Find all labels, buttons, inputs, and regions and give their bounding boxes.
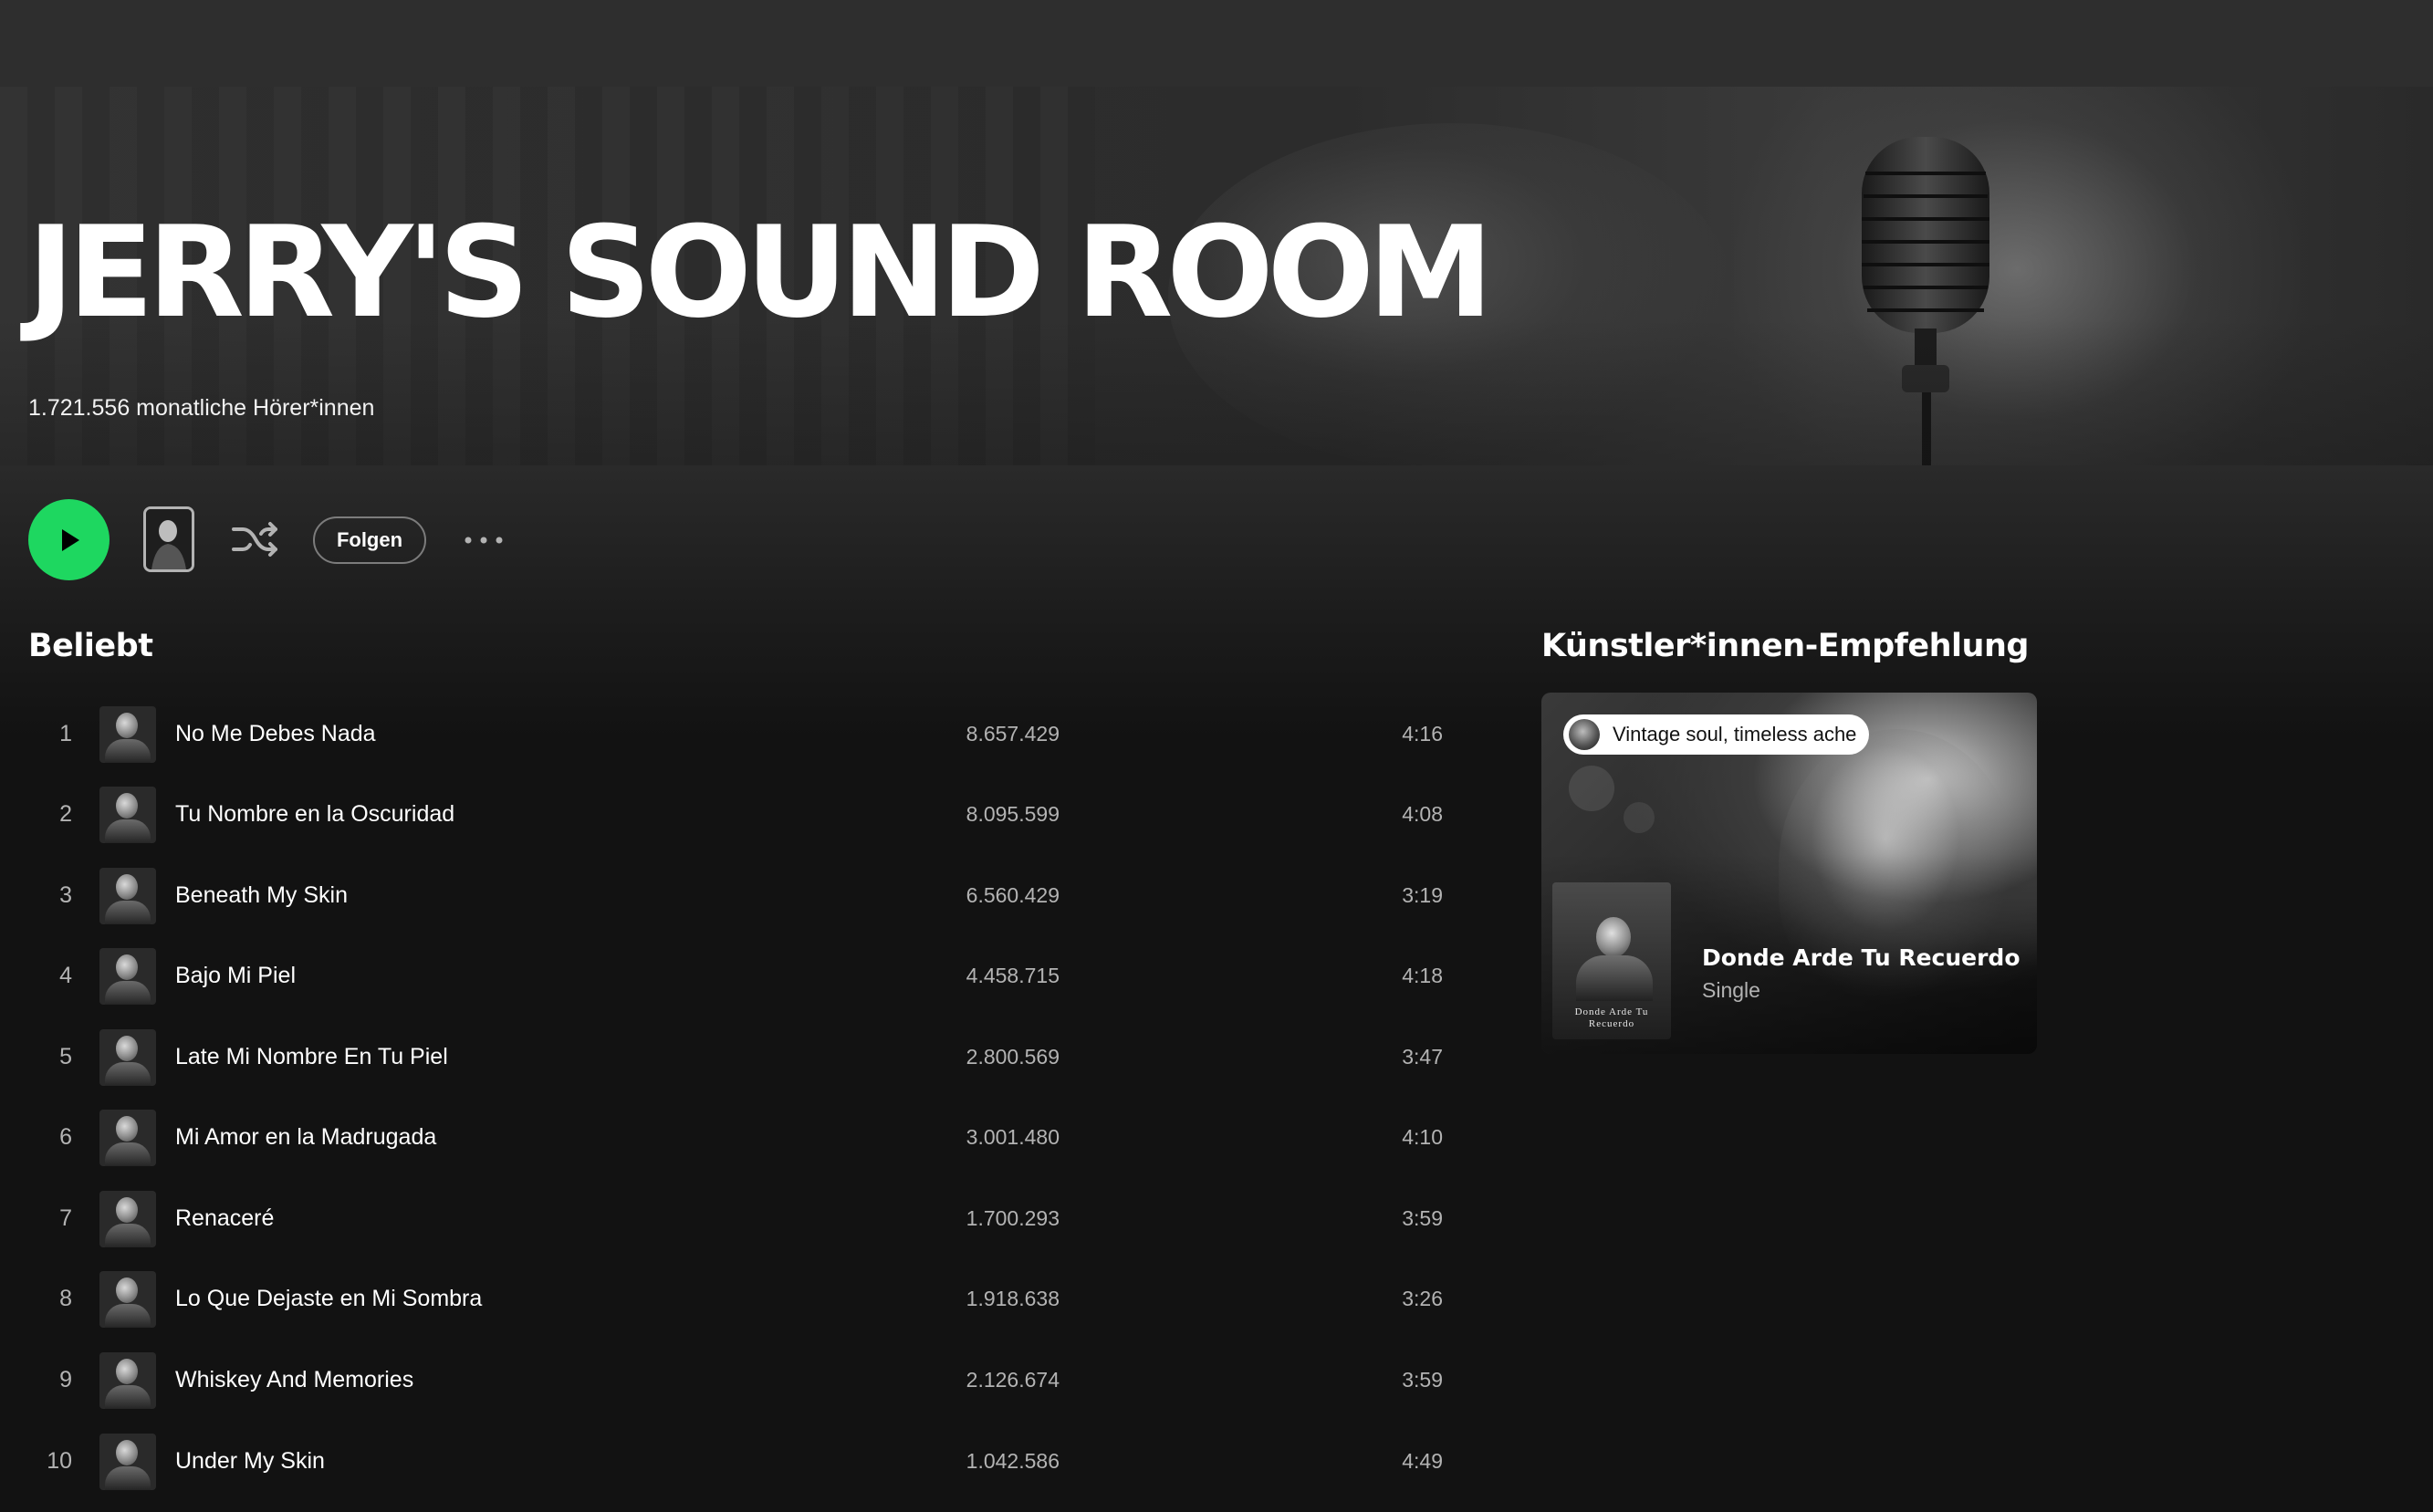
bokeh-light: [1624, 802, 1655, 833]
track-title[interactable]: Late Mi Nombre En Tu Piel: [175, 1017, 448, 1097]
track-duration: 4:10: [1402, 1125, 1443, 1149]
track-cover: [99, 1434, 156, 1490]
bokeh-light: [1569, 766, 1614, 811]
track-duration: 3:59: [1402, 1206, 1443, 1230]
track-title[interactable]: Under My Skin: [175, 1421, 325, 1501]
play-icon: [61, 528, 79, 551]
track-plays: 3.001.480: [966, 1125, 1060, 1149]
avatar: [1569, 719, 1600, 750]
track-cover: [99, 706, 156, 763]
track-title[interactable]: No Me Debes Nada: [175, 693, 376, 774]
track-cover: [99, 1271, 156, 1328]
follow-button[interactable]: Folgen: [313, 516, 426, 564]
artist-name: JERRY'S SOUND ROOM: [27, 199, 1493, 346]
track-plays: 2.126.674: [966, 1368, 1060, 1392]
track-plays: 8.095.599: [966, 802, 1060, 826]
track-row[interactable]: 6 Mi Amor en la Madrugada 3.001.480 4:10: [28, 1097, 1470, 1177]
track-row[interactable]: 7 Renaceré 1.700.293 3:59: [28, 1178, 1470, 1258]
track-title[interactable]: Bajo Mi Piel: [175, 935, 296, 1016]
track-plays: 1.042.586: [966, 1449, 1060, 1473]
track-duration: 3:19: [1402, 883, 1443, 907]
track-cover: [99, 1191, 156, 1247]
track-rank: 7: [59, 1205, 72, 1231]
more-options-icon[interactable]: [463, 532, 505, 548]
track-rank: 1: [59, 721, 72, 746]
release-type: Single: [1702, 978, 1760, 1002]
track-rank: 6: [59, 1124, 72, 1150]
track-row[interactable]: 10 Under My Skin 1.042.586 4:49: [28, 1421, 1470, 1501]
track-row[interactable]: 3 Beneath My Skin 6.560.429 3:19: [28, 855, 1470, 935]
track-rank: 3: [59, 882, 72, 908]
singer-thumbnail-image: [146, 509, 192, 569]
track-rank: 2: [59, 801, 72, 827]
track-rank: 10: [47, 1448, 72, 1474]
play-button[interactable]: [28, 499, 110, 580]
artist-pick-tagline-pill: Vintage soul, timeless ache: [1563, 714, 1870, 755]
shuffle-icon[interactable]: [230, 516, 281, 562]
track-row[interactable]: 8 Lo Que Dejaste en Mi Sombra 1.918.638 …: [28, 1258, 1470, 1339]
release-cover-text: Donde Arde Tu Recuerdo: [1574, 1006, 1649, 1029]
track-duration: 3:26: [1402, 1287, 1443, 1310]
track-cover: [99, 1110, 156, 1166]
track-title[interactable]: Whiskey And Memories: [175, 1340, 413, 1420]
artist-pick-tagline: Vintage soul, timeless ache: [1613, 723, 1857, 746]
track-plays: 6.560.429: [966, 883, 1060, 907]
track-row[interactable]: 9 Whiskey And Memories 2.126.674 3:59: [28, 1340, 1470, 1420]
track-duration: 4:08: [1402, 802, 1443, 826]
track-title[interactable]: Beneath My Skin: [175, 855, 348, 935]
artist-pick-card[interactable]: Vintage soul, timeless ache Donde Arde T…: [1541, 693, 2037, 1054]
track-cover: [99, 948, 156, 1005]
monthly-listeners: 1.721.556 monatliche Hörer*innen: [28, 395, 375, 421]
track-duration: 4:18: [1402, 964, 1443, 987]
track-row[interactable]: 1 No Me Debes Nada 8.657.429 4:16: [28, 693, 1470, 774]
release-title[interactable]: Donde Arde Tu Recuerdo: [1702, 944, 2021, 971]
track-duration: 3:47: [1402, 1045, 1443, 1069]
track-plays: 2.800.569: [966, 1045, 1060, 1069]
track-duration: 3:59: [1402, 1368, 1443, 1392]
track-rank: 5: [59, 1044, 72, 1069]
track-cover: [99, 868, 156, 924]
track-title[interactable]: Lo Que Dejaste en Mi Sombra: [175, 1258, 482, 1339]
track-title[interactable]: Mi Amor en la Madrugada: [175, 1097, 436, 1177]
track-cover: [99, 1352, 156, 1409]
track-title[interactable]: Tu Nombre en la Oscuridad: [175, 774, 454, 854]
track-row[interactable]: 4 Bajo Mi Piel 4.458.715 4:18: [28, 935, 1470, 1016]
track-plays: 1.918.638: [966, 1287, 1060, 1310]
track-rank: 8: [59, 1286, 72, 1311]
popular-section-title: Beliebt: [28, 628, 153, 664]
track-plays: 4.458.715: [966, 964, 1060, 987]
track-row[interactable]: 5 Late Mi Nombre En Tu Piel 2.800.569 3:…: [28, 1017, 1470, 1097]
track-duration: 4:16: [1402, 722, 1443, 746]
track-title[interactable]: Renaceré: [175, 1178, 274, 1258]
track-rank: 9: [59, 1367, 72, 1392]
track-duration: 4:49: [1402, 1449, 1443, 1473]
track-row[interactable]: 2 Tu Nombre en la Oscuridad 8.095.599 4:…: [28, 774, 1470, 854]
track-rank: 4: [59, 963, 72, 988]
track-cover: [99, 787, 156, 843]
track-plays: 8.657.429: [966, 722, 1060, 746]
release-cover: Donde Arde Tu Recuerdo: [1552, 882, 1671, 1039]
top-bar: [0, 0, 2433, 87]
track-cover: [99, 1029, 156, 1086]
artist-preview-thumbnail[interactable]: [143, 506, 194, 572]
track-plays: 1.700.293: [966, 1206, 1060, 1230]
artist-pick-section-title: Künstler*innen-Empfehlung: [1541, 628, 2029, 664]
